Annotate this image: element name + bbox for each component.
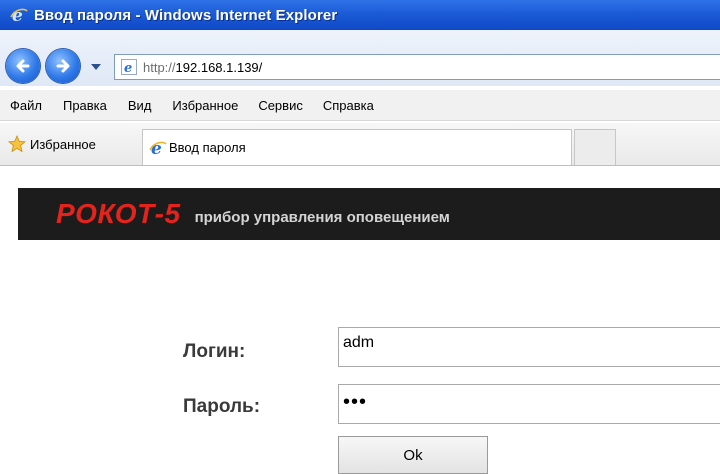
tab-title: Ввод пароля (169, 140, 246, 155)
address-toolbar: e http://192.168.1.139/ (0, 30, 720, 86)
address-input[interactable]: e http://192.168.1.139/ (114, 54, 720, 80)
menu-file[interactable]: Файл (10, 98, 42, 113)
header-banner: РОКОТ-5 прибор управления оповещением (18, 188, 720, 240)
menu-edit[interactable]: Правка (63, 98, 107, 113)
chevron-down-icon (91, 64, 101, 70)
favorites-label: Избранное (30, 136, 96, 152)
new-tab-button[interactable] (574, 129, 616, 165)
brand-tagline: прибор управления оповещением (194, 208, 450, 226)
login-label: Логин: (183, 341, 246, 362)
tab-ie-icon: e (149, 139, 167, 157)
login-input[interactable]: adm (338, 327, 720, 367)
menu-help[interactable]: Справка (323, 98, 374, 113)
favorites-star-icon (8, 135, 26, 153)
forward-button[interactable] (46, 49, 80, 83)
window-titlebar[interactable]: e Ввод пароля - Windows Internet Explore… (0, 0, 720, 30)
menu-bar: Файл Правка Вид Избранное Сервис Справка (0, 90, 720, 121)
favorites-bar: Избранное e Ввод пароля (0, 123, 720, 166)
page-favicon-icon: e (121, 59, 137, 75)
tab-active[interactable]: e Ввод пароля (142, 129, 572, 165)
password-input[interactable]: ••• (338, 384, 720, 424)
password-label: Пароль: (183, 396, 261, 417)
url-protocol: http:// (143, 59, 176, 75)
forward-arrow-icon (56, 59, 70, 73)
address-url: http://192.168.1.139/ (143, 60, 262, 75)
menu-favorites[interactable]: Избранное (172, 98, 238, 113)
back-arrow-icon (16, 59, 30, 73)
ok-button[interactable]: Ok (338, 436, 488, 474)
menu-view[interactable]: Вид (128, 98, 152, 113)
window-title: Ввод пароля - Windows Internet Explorer (34, 6, 338, 24)
url-host: 192.168.1.139/ (175, 59, 263, 75)
history-dropdown-button[interactable] (90, 62, 102, 72)
menu-tools[interactable]: Сервис (258, 98, 303, 113)
ie-logo-icon: e (10, 6, 28, 24)
svg-text:e: e (124, 61, 132, 75)
back-button[interactable] (6, 49, 40, 83)
favorites-button[interactable]: Избранное (8, 135, 96, 153)
brand-logo: РОКОТ-5 (56, 198, 181, 229)
